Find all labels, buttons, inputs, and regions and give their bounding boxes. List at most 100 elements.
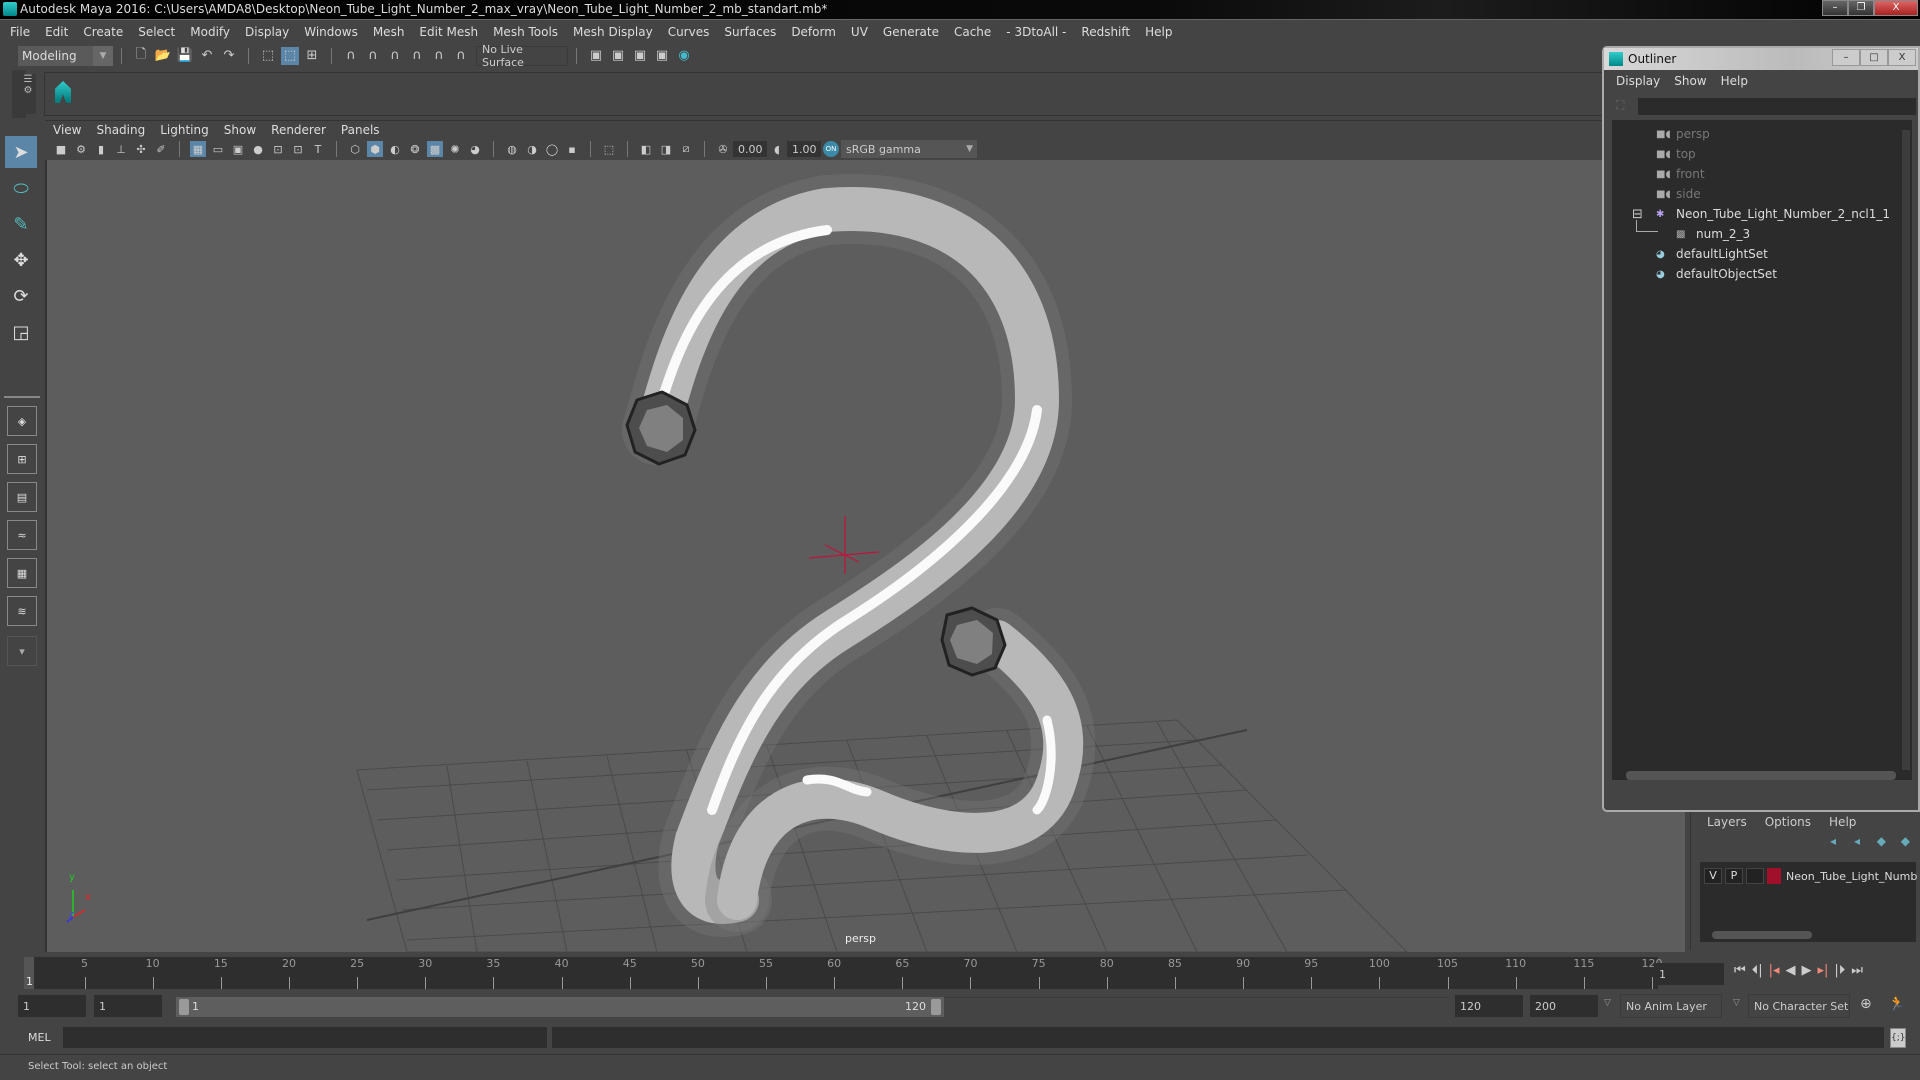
outliner-item[interactable]: ■◖ side xyxy=(1656,184,1701,204)
command-language-toggle[interactable]: MEL xyxy=(28,1031,51,1044)
live-surface-field[interactable]: No Live Surface xyxy=(476,43,568,69)
outliner-menu-item-1[interactable]: Show xyxy=(1674,74,1706,88)
outliner-item[interactable]: ◕ defaultObjectSet xyxy=(1656,264,1777,284)
current-frame-field[interactable]: 1 xyxy=(1654,963,1724,985)
new-scene-icon[interactable]: 🗋 xyxy=(132,47,150,65)
snap-view-plane-icon[interactable]: ∩ xyxy=(408,47,426,65)
resolution-gate-icon[interactable]: ▣ xyxy=(230,141,246,157)
menu-item-14[interactable]: UV xyxy=(851,25,868,39)
outliner-minimize-button[interactable]: – xyxy=(1832,49,1860,66)
menu-item-7[interactable]: Mesh xyxy=(373,25,405,39)
gate-mask-icon[interactable]: ● xyxy=(250,141,266,157)
open-scene-icon[interactable]: 📂 xyxy=(154,47,172,65)
panel-menu-item-5[interactable]: Panels xyxy=(341,123,380,137)
maya-shelf-icon[interactable] xyxy=(55,81,71,103)
menu-item-5[interactable]: Display xyxy=(245,25,289,39)
single-perspective-layout-icon[interactable]: ◈ xyxy=(7,406,37,436)
grid-icon[interactable]: ▦ xyxy=(190,141,206,157)
new-layer-icon[interactable]: ◆ xyxy=(1877,834,1886,848)
outliner-menu-item-0[interactable]: Display xyxy=(1616,74,1660,88)
exposure-field[interactable]: 0.00 xyxy=(733,141,767,157)
film-gate-icon[interactable]: ▭ xyxy=(210,141,226,157)
menu-item-1[interactable]: Edit xyxy=(45,25,68,39)
restore-button[interactable]: ❐ xyxy=(1848,0,1874,16)
shelf-menu-button[interactable]: ☰ ⚙ xyxy=(20,74,36,114)
play-backwards-icon[interactable]: ◀ xyxy=(1786,963,1796,978)
safe-title-icon[interactable]: T xyxy=(310,141,326,157)
gamma-field[interactable]: 1.00 xyxy=(787,141,821,157)
move-tool-icon[interactable]: ✥ xyxy=(5,244,37,276)
close-button[interactable]: X xyxy=(1874,0,1918,16)
menu-item-3[interactable]: Select xyxy=(138,25,175,39)
make-live-icon[interactable]: ∩ xyxy=(452,47,470,65)
animation-preferences-icon[interactable]: 🏃 xyxy=(1888,996,1905,1012)
render-view-icon[interactable]: ▣ xyxy=(587,47,605,65)
rotate-tool-icon[interactable]: ⟳ xyxy=(5,280,37,312)
four-view-layout-icon[interactable]: ⊞ xyxy=(7,444,37,474)
save-scene-icon[interactable]: 💾 xyxy=(176,47,194,65)
workspace-menuset-dropdown[interactable]: Modeling ▼ xyxy=(18,45,113,66)
layer-visibility-toggle[interactable]: V xyxy=(1704,868,1722,884)
color-management-toggle-icon[interactable]: ON xyxy=(823,141,839,157)
select-components-icon[interactable]: ⊞ xyxy=(303,47,321,65)
anim-layer-dropdown[interactable]: No Anim Layer xyxy=(1620,994,1722,1018)
layer-row[interactable]: V P Neon_Tube_Light_Numb xyxy=(1704,868,1917,884)
outliner-item[interactable]: ⊟ ✱ Neon_Tube_Light_Number_2_ncl1_1 xyxy=(1632,204,1890,224)
go-to-end-icon[interactable]: ⏭ xyxy=(1851,963,1863,978)
new-layer-selected-icon[interactable]: ◆ xyxy=(1901,834,1910,848)
panel-menu-item-2[interactable]: Lighting xyxy=(160,123,209,137)
move-layer-up-icon[interactable]: ◂ xyxy=(1830,834,1836,848)
menu-item-8[interactable]: Edit Mesh xyxy=(419,25,478,39)
menu-item-4[interactable]: Modify xyxy=(190,25,230,39)
range-slider-bar[interactable]: 1 120 xyxy=(176,997,944,1017)
menu-item-13[interactable]: Deform xyxy=(791,25,836,39)
wireframe-on-shaded-icon[interactable]: ◐ xyxy=(387,141,403,157)
layer-horizontal-scrollbar[interactable] xyxy=(1712,931,1812,939)
auto-key-icon[interactable]: ⊕ xyxy=(1860,996,1872,1012)
hypershade-icon[interactable]: ◉ xyxy=(675,47,693,65)
select-objects-icon[interactable]: ⬚ xyxy=(281,46,299,65)
2d-pan-zoom-icon[interactable]: ✣ xyxy=(133,141,149,157)
render-current-frame-icon[interactable]: ▣ xyxy=(609,47,627,65)
menu-item-9[interactable]: Mesh Tools xyxy=(493,25,558,39)
playback-end-field[interactable]: 120 xyxy=(1455,995,1523,1017)
layer-playback-toggle[interactable]: P xyxy=(1725,868,1743,884)
field-chart-icon[interactable]: ⊡ xyxy=(270,141,286,157)
render-settings-icon[interactable]: ▣ xyxy=(653,47,671,65)
persp-graph-layout-icon[interactable]: ≈ xyxy=(7,520,37,550)
shadows-icon[interactable]: ✺ xyxy=(447,141,463,157)
depth-of-field-icon[interactable]: ◯ xyxy=(544,141,560,157)
outliner-item[interactable]: ◕ defaultLightSet xyxy=(1656,244,1768,264)
menu-item-10[interactable]: Mesh Display xyxy=(573,25,653,39)
lasso-tool-icon[interactable]: ⬭ xyxy=(5,172,37,204)
menu-item-0[interactable]: File xyxy=(10,25,30,39)
outliner-vertical-scrollbar[interactable] xyxy=(1902,130,1910,770)
outliner-maximize-button[interactable]: □ xyxy=(1860,49,1888,66)
outliner-item[interactable]: ▩ num_2_3 xyxy=(1636,220,1750,244)
range-start-handle[interactable] xyxy=(179,999,189,1015)
panel-menu-item-4[interactable]: Renderer xyxy=(271,123,326,137)
animation-start-field[interactable]: 1 xyxy=(18,995,86,1017)
paint-select-tool-icon[interactable]: ✎ xyxy=(5,208,37,240)
layer-name[interactable]: Neon_Tube_Light_Numb xyxy=(1786,870,1917,883)
outliner-item[interactable]: ■◖ front xyxy=(1656,164,1705,184)
motion-blur-icon[interactable]: ◍ xyxy=(504,141,520,157)
menu-item-16[interactable]: Cache xyxy=(954,25,991,39)
menu-item-15[interactable]: Generate xyxy=(883,25,939,39)
menu-item-19[interactable]: Help xyxy=(1145,25,1172,39)
outliner-item[interactable]: ■◖ persp xyxy=(1656,124,1710,144)
screen-space-ao-icon[interactable]: ◕ xyxy=(467,141,483,157)
menu-item-12[interactable]: Surfaces xyxy=(724,25,776,39)
view-transform-dropdown[interactable]: sRGB gamma ▼ xyxy=(841,140,977,158)
play-forwards-icon[interactable]: ▶ xyxy=(1802,963,1812,978)
layer-color-swatch[interactable] xyxy=(1767,868,1781,884)
exposure-icon[interactable]: ✇ xyxy=(715,141,731,157)
camera-attributes-icon[interactable]: ⚙ xyxy=(73,141,89,157)
select-hierarchy-icon[interactable]: ⬚ xyxy=(259,47,277,65)
step-back-frame-icon[interactable]: ⏴| xyxy=(1752,963,1763,978)
image-plane-icon[interactable]: ⊥ xyxy=(113,141,129,157)
grease-pencil-icon[interactable]: ✐ xyxy=(153,141,169,157)
outliner-search-input[interactable] xyxy=(1638,98,1916,115)
persp-graph-hypergraph-layout-icon[interactable]: ≋ xyxy=(7,596,37,626)
smooth-shade-icon[interactable]: ⬢ xyxy=(367,141,383,157)
